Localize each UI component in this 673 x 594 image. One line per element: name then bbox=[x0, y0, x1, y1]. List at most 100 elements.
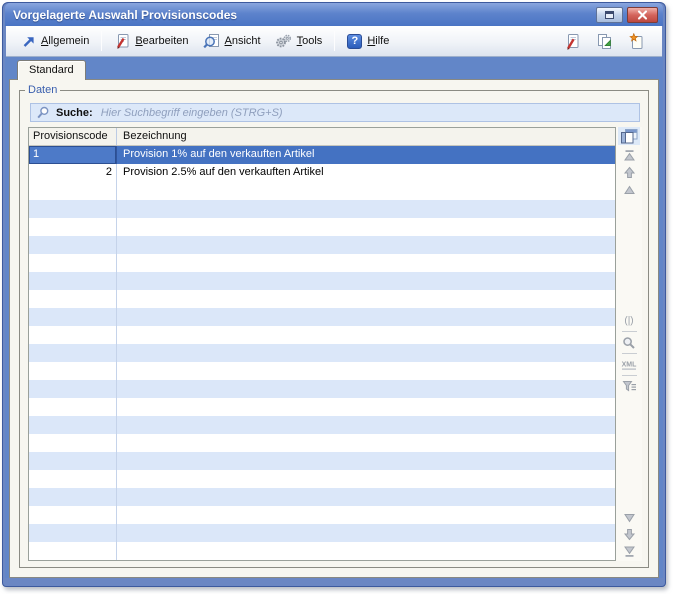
cell-provisionscode bbox=[29, 236, 117, 254]
cell-provisionscode bbox=[29, 380, 117, 398]
search-bar[interactable]: Suche: bbox=[30, 103, 640, 122]
scroll-to-bottom-button[interactable] bbox=[619, 544, 639, 559]
column-header-provisionscode[interactable]: Provisionscode bbox=[29, 128, 117, 145]
table-row bbox=[29, 290, 615, 308]
table-row bbox=[29, 362, 615, 380]
filter-button[interactable] bbox=[619, 379, 639, 394]
page-down-icon bbox=[623, 528, 636, 541]
table-row bbox=[29, 542, 615, 560]
zoom-search-button[interactable] bbox=[619, 335, 639, 350]
tab-standard[interactable]: Standard bbox=[17, 60, 86, 80]
brackets-button[interactable]: (|) bbox=[619, 313, 639, 328]
cell-provisionscode bbox=[29, 272, 117, 290]
table-row bbox=[29, 182, 615, 200]
cell-bezeichnung bbox=[117, 218, 615, 236]
search-input[interactable] bbox=[99, 106, 634, 120]
menu-item-ansicht[interactable]: Ansicht bbox=[196, 30, 268, 52]
row-down-button[interactable] bbox=[619, 510, 639, 525]
edit-document-icon bbox=[114, 33, 130, 49]
cell-bezeichnung bbox=[117, 380, 615, 398]
cell-provisionscode bbox=[29, 308, 117, 326]
scroll-to-top-icon bbox=[623, 149, 636, 162]
cell-bezeichnung bbox=[117, 290, 615, 308]
table-row[interactable]: 2Provision 2.5% auf den verkauften Artik… bbox=[29, 164, 615, 182]
scroll-to-top-button[interactable] bbox=[619, 148, 639, 163]
cell-bezeichnung bbox=[117, 254, 615, 272]
xml-button[interactable]: XML bbox=[619, 357, 639, 372]
xml-icon: XML bbox=[620, 359, 638, 371]
row-up-button[interactable] bbox=[619, 182, 639, 197]
row-up-icon bbox=[623, 184, 636, 196]
menu-item-allgemein[interactable]: Allgemein bbox=[14, 31, 96, 52]
page-up-button[interactable] bbox=[619, 165, 639, 180]
column-chooser-button[interactable] bbox=[618, 127, 640, 145]
cell-provisionscode: 2 bbox=[29, 164, 117, 182]
table-row bbox=[29, 524, 615, 542]
menu-item-label: Allgemein bbox=[41, 35, 89, 47]
restore-icon bbox=[605, 11, 614, 19]
content-area: Standard Daten Suche: bbox=[5, 57, 663, 578]
menu-item-tools[interactable]: Tools bbox=[268, 31, 330, 52]
cell-bezeichnung bbox=[117, 236, 615, 254]
brackets-icon: (|) bbox=[621, 314, 637, 327]
menu-item-label: Ansicht bbox=[225, 35, 261, 47]
cell-bezeichnung bbox=[117, 452, 615, 470]
cell-bezeichnung bbox=[117, 182, 615, 200]
table-row bbox=[29, 272, 615, 290]
cell-bezeichnung bbox=[117, 542, 615, 560]
column-header-bezeichnung[interactable]: Bezeichnung bbox=[117, 128, 615, 145]
table-row[interactable]: 1Provision 1% auf den verkauften Artikel bbox=[29, 146, 615, 164]
cell-provisionscode bbox=[29, 326, 117, 344]
cell-bezeichnung bbox=[117, 524, 615, 542]
daten-groupbox: Daten Suche: Provi bbox=[19, 90, 649, 568]
table-row bbox=[29, 488, 615, 506]
cell-provisionscode bbox=[29, 398, 117, 416]
cell-provisionscode bbox=[29, 200, 117, 218]
cell-bezeichnung bbox=[117, 416, 615, 434]
menu-item-label: Bearbeiten bbox=[135, 35, 188, 47]
provisionscodes-table: Provisionscode Bezeichnung 1Provision 1%… bbox=[28, 127, 616, 561]
view-magnifier-icon bbox=[203, 33, 220, 49]
cell-bezeichnung bbox=[117, 308, 615, 326]
cell-bezeichnung bbox=[117, 344, 615, 362]
menu-item-bearbeiten[interactable]: Bearbeiten bbox=[107, 30, 195, 52]
window-title: Vorgelagerte Auswahl Provisionscodes bbox=[13, 8, 592, 22]
cell-provisionscode bbox=[29, 470, 117, 488]
cell-bezeichnung bbox=[117, 398, 615, 416]
table-row bbox=[29, 470, 615, 488]
table-row bbox=[29, 326, 615, 344]
menu-item-label: Hilfe bbox=[367, 35, 389, 47]
table-row bbox=[29, 344, 615, 362]
tab-page: Daten Suche: Provi bbox=[9, 79, 659, 578]
cell-provisionscode bbox=[29, 542, 117, 560]
page-down-button[interactable] bbox=[619, 527, 639, 542]
cell-bezeichnung bbox=[117, 326, 615, 344]
cell-provisionscode bbox=[29, 362, 117, 380]
tabstrip: Standard bbox=[9, 57, 659, 79]
grid-body: 1Provision 1% auf den verkauften Artikel… bbox=[29, 146, 615, 560]
new-document-icon bbox=[628, 33, 644, 50]
cell-bezeichnung bbox=[117, 506, 615, 524]
cell-provisionscode bbox=[29, 218, 117, 236]
search-icon bbox=[36, 106, 50, 120]
restore-button[interactable] bbox=[596, 7, 623, 23]
close-button[interactable] bbox=[627, 7, 658, 23]
report-document-button[interactable] bbox=[562, 32, 582, 50]
table-row bbox=[29, 434, 615, 452]
groupbox-label: Daten bbox=[25, 84, 60, 96]
new-document-button[interactable] bbox=[626, 32, 646, 50]
copy-document-button[interactable] bbox=[594, 32, 614, 50]
cell-provisionscode: 1 bbox=[29, 146, 117, 164]
filter-icon bbox=[622, 380, 637, 393]
rail-separator bbox=[622, 375, 637, 376]
menu-item-hilfe[interactable]: ? Hilfe bbox=[340, 31, 396, 52]
page-up-icon bbox=[623, 166, 636, 179]
table-row bbox=[29, 254, 615, 272]
cell-bezeichnung: Provision 2.5% auf den verkauften Artike… bbox=[117, 164, 615, 182]
close-icon bbox=[637, 10, 648, 20]
table-row bbox=[29, 200, 615, 218]
gears-icon bbox=[275, 34, 292, 49]
table-row bbox=[29, 416, 615, 434]
titlebar[interactable]: Vorgelagerte Auswahl Provisionscodes bbox=[5, 3, 663, 26]
table-row bbox=[29, 398, 615, 416]
